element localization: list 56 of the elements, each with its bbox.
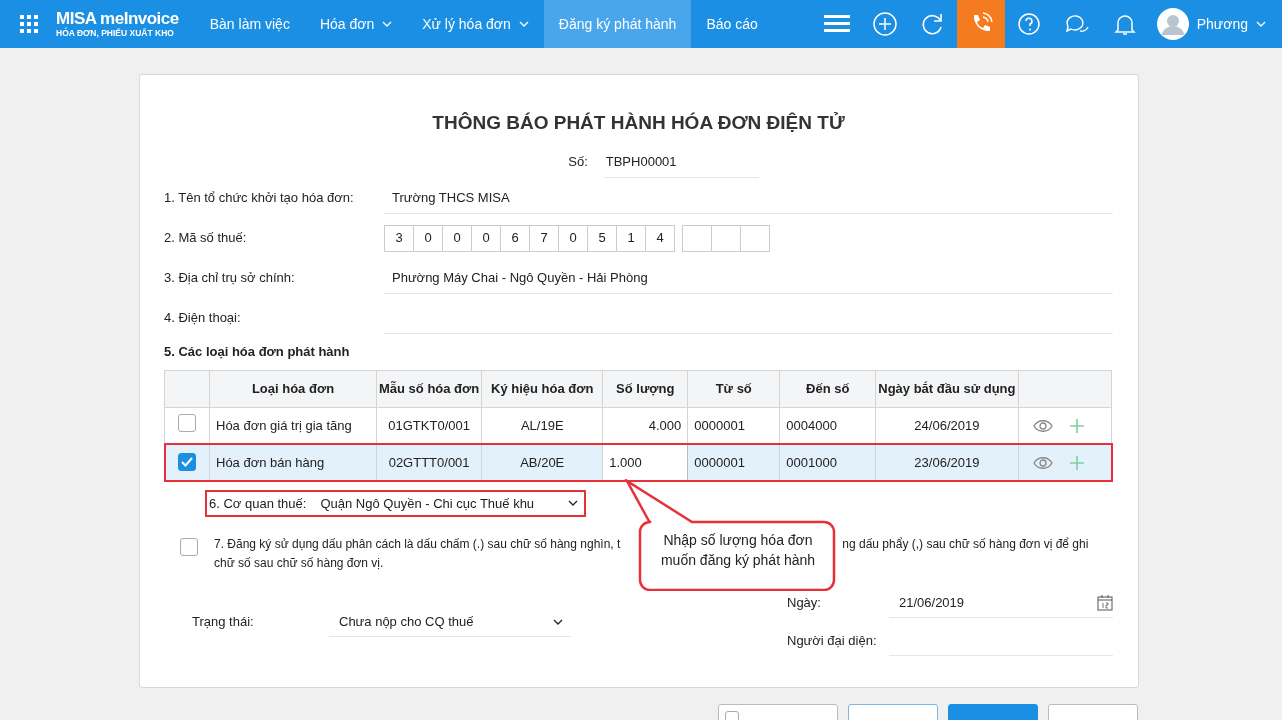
column-header: Đến số bbox=[779, 370, 876, 407]
digit-box[interactable]: 6 bbox=[500, 224, 530, 252]
digit-box[interactable]: 5 bbox=[587, 224, 617, 252]
eye-icon[interactable] bbox=[1032, 455, 1053, 470]
field-label: Trạng thái: bbox=[192, 613, 254, 632]
number-field[interactable]: TBPH00001 bbox=[603, 145, 759, 178]
option-text: 7. Đăng ký sử dụng dấu phân cách là dấu chấm (.) sau chữ số hàng nghìn, t bbox=[214, 536, 621, 553]
quantity-input[interactable]: 1.000 bbox=[602, 444, 688, 481]
digit-box[interactable]: 7 bbox=[529, 224, 559, 252]
table-cell: 0000001 bbox=[687, 444, 780, 481]
digit-box[interactable]: 0 bbox=[471, 224, 501, 252]
field-label: 2. Mã số thuế: bbox=[164, 229, 248, 248]
digit-box[interactable]: 0 bbox=[413, 224, 443, 252]
avatar-icon[interactable] bbox=[1156, 8, 1189, 40]
field-label: 4. Điện thoại: bbox=[164, 309, 242, 328]
digit-box[interactable]: 0 bbox=[442, 224, 472, 252]
column-header: Ký hiệu hóa đơn bbox=[481, 370, 603, 407]
column-header: Mẫu số hóa đơn bbox=[376, 370, 482, 407]
add-icon[interactable] bbox=[871, 11, 898, 37]
help-icon[interactable] bbox=[1015, 11, 1042, 37]
column-header: Từ số bbox=[687, 370, 780, 407]
digit-box[interactable]: 0 bbox=[558, 224, 588, 252]
section-heading: 5. Các loại hóa đơn phát hành bbox=[164, 343, 351, 361]
field-label: Ngày: bbox=[787, 594, 821, 613]
checkbox[interactable] bbox=[178, 413, 196, 432]
column-header: Ngày bắt đầu sử dụng bbox=[875, 370, 1018, 407]
checkbox[interactable] bbox=[180, 538, 198, 556]
callout-text: Nhập số lượng hóa đơn muốn đăng ký phát hành bbox=[659, 531, 817, 570]
column-header: Số lượng bbox=[602, 370, 688, 407]
tax-office-field[interactable]: 6. Cơ quan thuế: Quận Ngô Quyền - Chi cục Thuế khu bbox=[205, 489, 587, 517]
option-text: chữ số sau chữ số hàng đơn vị. bbox=[214, 554, 384, 572]
digit-box[interactable]: 3 bbox=[384, 224, 414, 252]
table-cell: AB/20E bbox=[481, 444, 603, 481]
checkbox[interactable] bbox=[178, 452, 196, 471]
table-cell: 02GTTT0/001 bbox=[376, 444, 482, 481]
calendar-icon[interactable] bbox=[1097, 594, 1113, 611]
text-field[interactable]: Phường Máy Chai - Ngô Quyền - Hải Phòng bbox=[384, 262, 1113, 294]
field-label: 1. Tên tổ chức khởi tạo hóa đơn: bbox=[164, 189, 355, 208]
logo-subtitle: HÓA ĐƠN, PHIẾU XUẤT KHO bbox=[56, 29, 175, 38]
table-cell: 0001000 bbox=[779, 444, 876, 481]
text-field[interactable]: Trường THCS MISA bbox=[384, 182, 1113, 214]
date-field[interactable]: 21/06/2019 bbox=[889, 588, 1113, 619]
digit-box[interactable]: 1 bbox=[616, 224, 646, 252]
option-text: ng dấu phẩy (,) sau chữ số hàng đơn vị để ghi bbox=[842, 536, 1089, 553]
logo-title: MISA meInvoice bbox=[56, 10, 179, 28]
field-label: Số: bbox=[568, 153, 588, 171]
apps-grid-icon[interactable] bbox=[20, 15, 38, 33]
field-label: Người đại diện: bbox=[787, 632, 877, 651]
table-cell: 23/06/2019 bbox=[875, 444, 1018, 481]
form-title: THÔNG BÁO PHÁT HÀNH HÓA ĐƠN ĐIỆN TỬ bbox=[431, 111, 846, 135]
eye-icon[interactable] bbox=[1032, 418, 1053, 433]
status-dropdown[interactable]: Chưa nộp cho CQ thuế bbox=[329, 607, 571, 638]
digit-box[interactable]: 4 bbox=[645, 224, 675, 252]
column-header: Loại hóa đơn bbox=[209, 370, 377, 407]
table-cell: Hóa đơn bán hàng bbox=[209, 444, 377, 481]
field-label: 3. Địa chỉ trụ sở chính: bbox=[164, 269, 296, 288]
